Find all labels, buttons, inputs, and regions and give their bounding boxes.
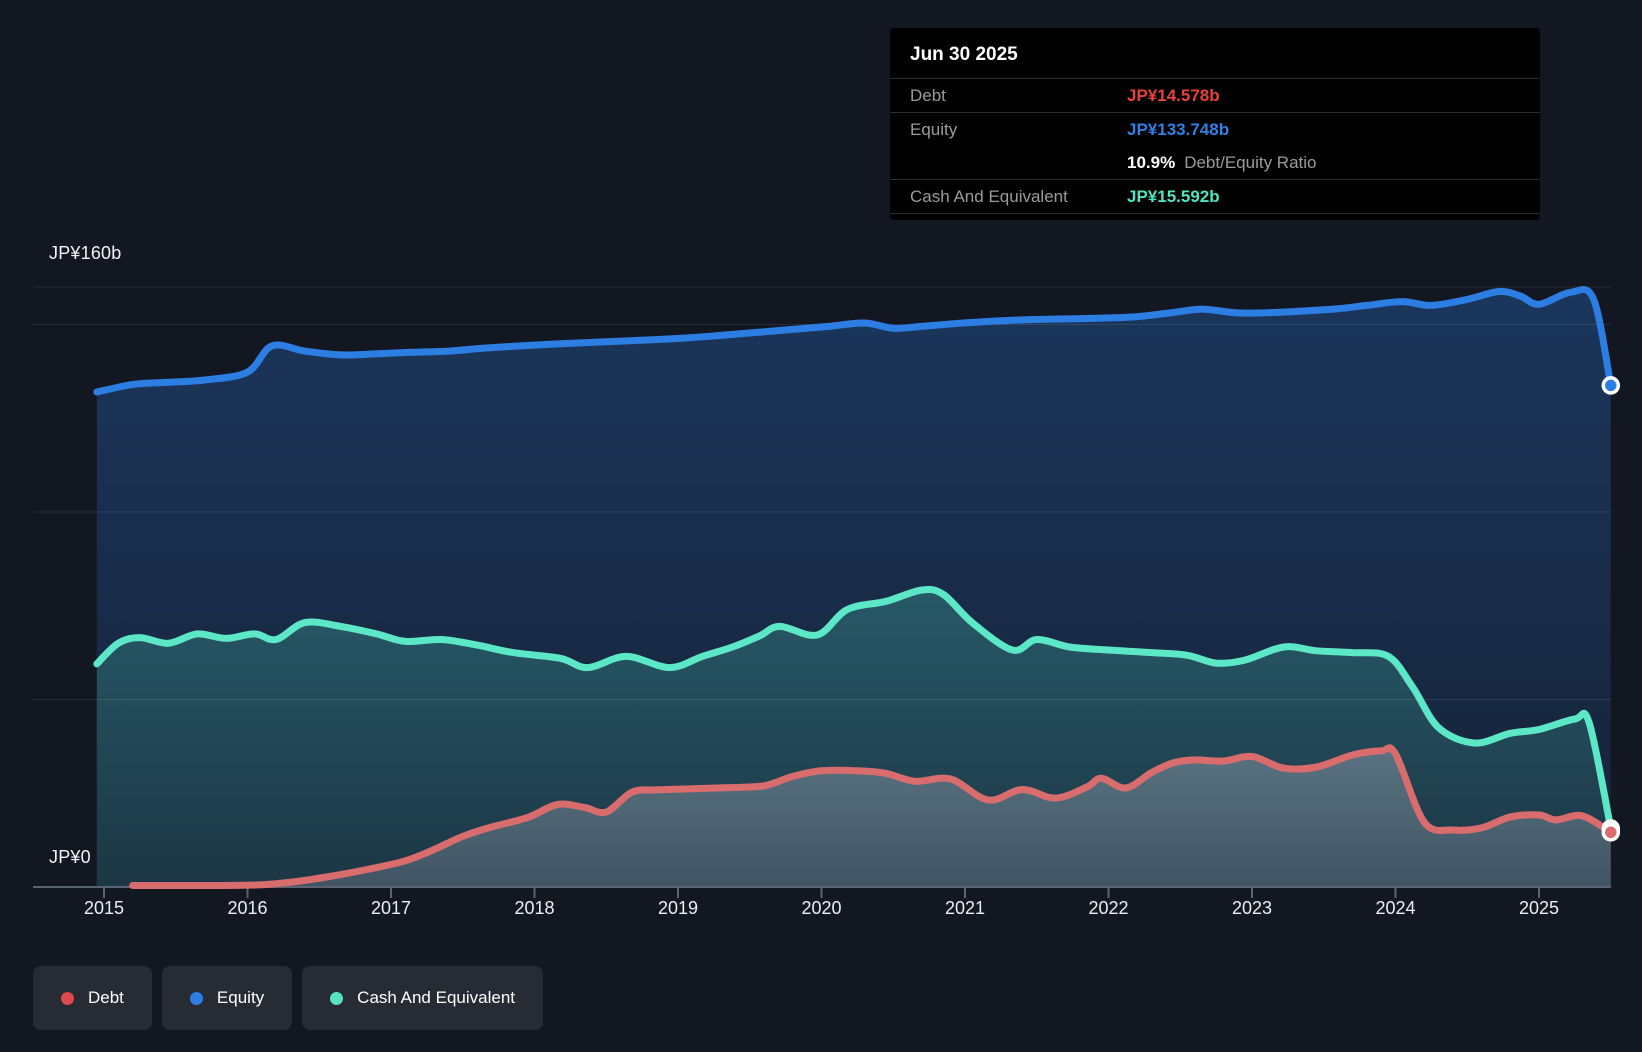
legend-equity-label: Equity (217, 988, 264, 1008)
legend-cash-label: Cash And Equivalent (357, 988, 515, 1008)
x-axis-year-label: 2016 (227, 898, 267, 919)
tooltip-equity-value: JP¥133.748b (1127, 120, 1229, 140)
tooltip-row-cash: Cash And Equivalent JP¥15.592b (890, 179, 1540, 214)
tooltip-row-debt: Debt JP¥14.578b (890, 78, 1540, 112)
tooltip-date: Jun 30 2025 (890, 28, 1540, 78)
equity-legend-dot-icon (190, 992, 203, 1005)
tooltip-row-ratio: 10.9% Debt/Equity Ratio (890, 146, 1540, 179)
tooltip-debt-value: JP¥14.578b (1127, 86, 1220, 106)
debt-legend-dot-icon (61, 992, 74, 1005)
tooltip-cash-value: JP¥15.592b (1127, 187, 1220, 207)
legend-item-equity[interactable]: Equity (162, 966, 292, 1030)
x-axis-year-label: 2022 (1088, 898, 1128, 919)
tooltip-debt-label: Debt (910, 86, 1127, 106)
x-axis-year-label: 2025 (1519, 898, 1559, 919)
x-axis-year-label: 2024 (1375, 898, 1415, 919)
cash-legend-dot-icon (330, 992, 343, 1005)
y-axis-max-label: JP¥160b (49, 243, 121, 264)
legend-item-debt[interactable]: Debt (33, 966, 152, 1030)
tooltip: Jun 30 2025 Debt JP¥14.578b Equity JP¥13… (890, 28, 1540, 220)
tooltip-ratio-value: 10.9% (1127, 153, 1175, 172)
x-axis-year-label: 2021 (945, 898, 985, 919)
x-axis-year-label: 2015 (84, 898, 124, 919)
tooltip-equity-label: Equity (910, 120, 1127, 140)
tooltip-cash-label: Cash And Equivalent (910, 187, 1127, 207)
tooltip-row-equity: Equity JP¥133.748b (890, 112, 1540, 146)
x-axis-year-label: 2018 (514, 898, 554, 919)
x-axis-year-label: 2023 (1232, 898, 1272, 919)
end-marker-equity (1603, 378, 1618, 393)
y-axis-zero-label: JP¥0 (49, 847, 91, 868)
x-axis-year-label: 2019 (658, 898, 698, 919)
tooltip-ratio-label: Debt/Equity Ratio (1184, 153, 1316, 172)
legend-debt-label: Debt (88, 988, 124, 1008)
end-marker-debt (1603, 825, 1618, 840)
x-axis-year-label: 2017 (371, 898, 411, 919)
x-axis-year-label: 2020 (801, 898, 841, 919)
legend-item-cash[interactable]: Cash And Equivalent (302, 966, 543, 1030)
chart-legend: Debt Equity Cash And Equivalent (33, 966, 543, 1030)
